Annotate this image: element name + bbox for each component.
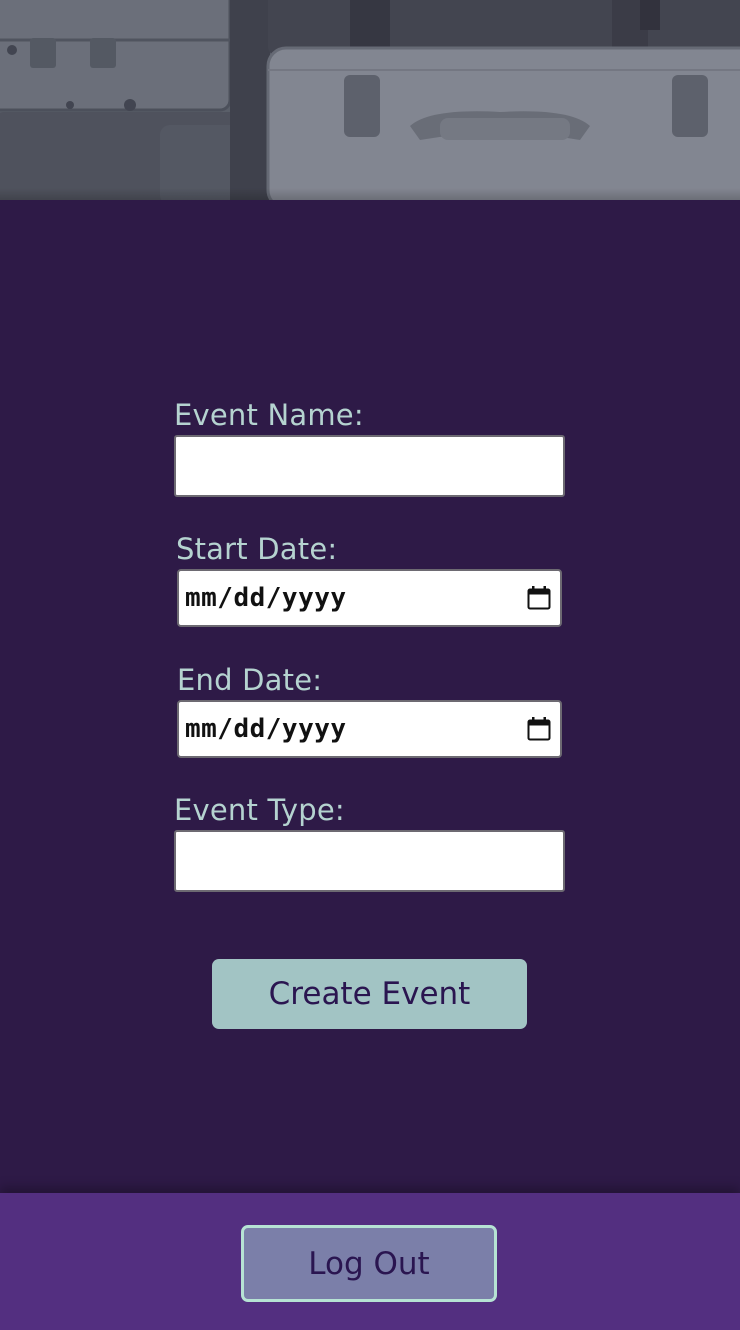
event-type-label: Event Type:	[174, 793, 345, 827]
create-event-button[interactable]: Create Event	[212, 959, 527, 1029]
end-date-input[interactable]: mm/dd/yyyy	[177, 700, 562, 758]
calendar-icon[interactable]	[526, 585, 552, 611]
event-name-label: Event Name:	[174, 398, 364, 432]
event-type-input[interactable]	[174, 830, 565, 892]
start-date-placeholder: mm/dd/yyyy	[185, 583, 347, 613]
end-date-label: End Date:	[177, 663, 323, 697]
log-out-button[interactable]: Log Out	[241, 1225, 497, 1302]
start-date-label: Start Date:	[176, 532, 338, 566]
calendar-icon[interactable]	[526, 716, 552, 742]
hero-banner-image	[0, 0, 740, 200]
suitcases-illustration	[0, 0, 740, 200]
start-date-input[interactable]: mm/dd/yyyy	[177, 569, 562, 627]
end-date-placeholder: mm/dd/yyyy	[185, 714, 347, 744]
event-name-input[interactable]	[174, 435, 565, 497]
event-form-area	[0, 200, 740, 1193]
